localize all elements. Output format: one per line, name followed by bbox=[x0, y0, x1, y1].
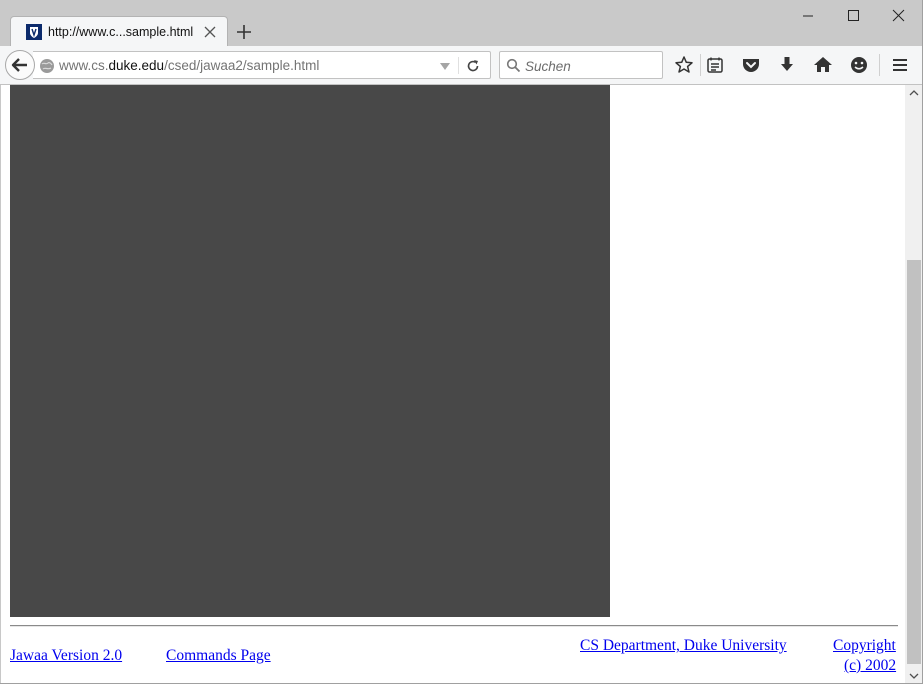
url-path: /csed/jawaa2/sample.html bbox=[164, 58, 320, 73]
copyright-year-link[interactable]: (c) 2002 bbox=[844, 657, 896, 675]
search-bar[interactable]: Suchen bbox=[499, 51, 663, 79]
dropdown-arrow-icon[interactable] bbox=[439, 60, 451, 72]
browser-tab[interactable]: http://www.c...sample.html bbox=[10, 16, 228, 47]
home-icon[interactable] bbox=[813, 55, 833, 75]
scrollbar-thumb[interactable] bbox=[907, 260, 921, 664]
toolbar-separator bbox=[879, 54, 880, 76]
smiley-icon[interactable] bbox=[849, 55, 869, 75]
jawaa-version-link[interactable]: Jawaa Version 2.0 bbox=[10, 647, 122, 665]
globe-icon bbox=[40, 59, 54, 73]
jawaa-applet[interactable] bbox=[10, 85, 610, 617]
window-close-icon[interactable] bbox=[876, 0, 922, 32]
url-domain: duke.edu bbox=[108, 58, 165, 73]
scroll-up-arrow-icon[interactable] bbox=[905, 85, 923, 102]
navigation-bar: www.cs.duke.edu/csed/jawaa2/sample.html … bbox=[0, 46, 923, 85]
commands-page-link[interactable]: Commands Page bbox=[166, 647, 271, 665]
url-text: www.cs.duke.edu/csed/jawaa2/sample.html bbox=[59, 58, 319, 73]
search-placeholder: Suchen bbox=[525, 59, 571, 74]
scroll-down-arrow-icon[interactable] bbox=[905, 667, 923, 684]
new-tab-icon[interactable] bbox=[234, 22, 254, 42]
back-button[interactable] bbox=[5, 50, 35, 80]
tab-title: http://www.c...sample.html bbox=[48, 25, 194, 39]
search-icon bbox=[506, 58, 521, 73]
url-bar[interactable]: www.cs.duke.edu/csed/jawaa2/sample.html bbox=[33, 51, 491, 79]
horizontal-rule bbox=[10, 625, 898, 627]
reading-list-icon[interactable] bbox=[705, 55, 725, 75]
duke-shield-icon bbox=[26, 24, 42, 40]
page-content: Jawaa Version 2.0 Commands Page CS Depar… bbox=[0, 85, 905, 684]
maximize-icon[interactable] bbox=[830, 0, 876, 32]
pocket-icon[interactable] bbox=[741, 55, 761, 75]
close-tab-icon[interactable] bbox=[202, 24, 218, 40]
menu-icon[interactable] bbox=[890, 55, 910, 75]
back-arrow-icon bbox=[11, 58, 27, 72]
reload-icon[interactable] bbox=[465, 58, 481, 74]
url-prefix: www.cs. bbox=[59, 58, 109, 73]
toolbar-separator bbox=[700, 54, 701, 76]
download-icon[interactable] bbox=[777, 55, 797, 75]
bookmark-star-icon[interactable] bbox=[674, 55, 694, 75]
url-separator bbox=[458, 57, 459, 74]
copyright-link[interactable]: Copyright bbox=[833, 637, 896, 655]
minimize-icon[interactable] bbox=[785, 0, 831, 32]
vertical-scrollbar[interactable] bbox=[905, 85, 923, 684]
cs-department-link[interactable]: CS Department, Duke University bbox=[580, 637, 787, 655]
title-bar: http://www.c...sample.html bbox=[0, 0, 923, 47]
